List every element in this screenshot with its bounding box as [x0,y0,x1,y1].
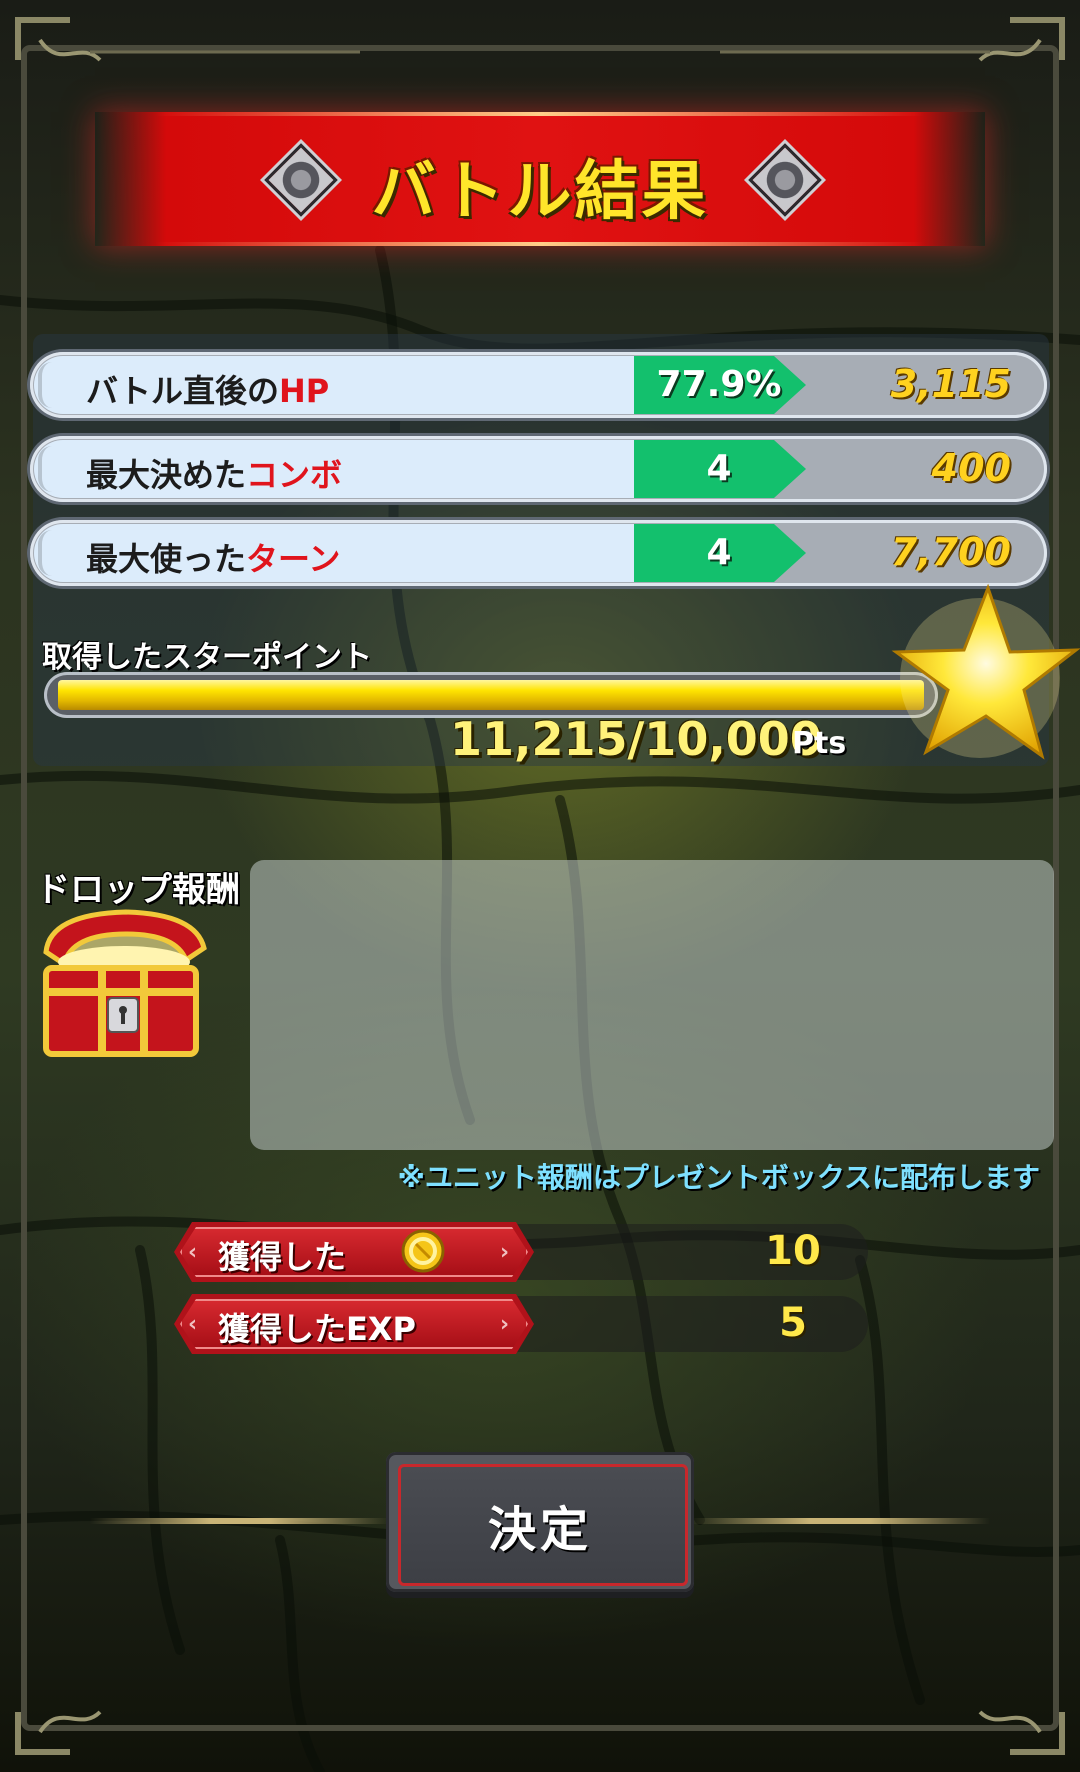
title-banner: バトル結果 [95,112,985,246]
stat-row-hp: バトル直後のHP 77.9% 3,115 [30,352,1047,418]
gained-exp-label: 獲得したEXP [218,1310,416,1348]
stat-label: バトル直後のHP [86,372,330,410]
drop-reward-list[interactable] [250,860,1054,1150]
star-icon [891,583,1080,760]
stat-points: 7,700 [890,530,1011,574]
gained-exp-value: 5 [779,1300,807,1346]
chevron-left-icon: ‹ [188,1240,198,1265]
unit-reward-note: ※ユニット報酬はプレゼントボックスに配布します [397,1161,1040,1194]
gained-gold-value: 10 [765,1228,821,1274]
stat-row-turn: 最大使ったターン 4 7,700 [30,520,1047,586]
chevron-right-icon: › [500,1240,510,1265]
stat-points: 3,115 [890,362,1011,406]
confirm-button[interactable]: 決定 [386,1452,694,1592]
star-points-value: 11,215/10,000 [450,712,822,766]
chevron-right-icon: › [500,1312,510,1337]
battle-result-screen: バトル結果 バトル直後のHP 77.9% 3,115 最大決めたコンボ 4 40… [0,0,1080,1772]
chevron-left-icon: ‹ [188,1312,198,1337]
stat-value: 4 [706,448,732,489]
gained-exp-row: ‹ › 獲得したEXP 5 [174,1294,868,1354]
gained-gold-label: 獲得した [218,1238,347,1276]
stat-label: 最大使ったターン [86,540,341,578]
divider [90,1518,390,1524]
confirm-button-label: 決定 [487,1502,592,1558]
stat-row-combo: 最大決めたコンボ 4 400 [30,436,1047,502]
treasure-chest-icon [43,909,207,1057]
divider [690,1518,990,1524]
stat-points: 400 [931,446,1011,490]
star-points-progress-fill [58,680,924,710]
stat-value: 4 [706,532,732,573]
star-points-title: 取得したスターポイント [42,640,372,675]
stat-label: 最大決めたコンボ [86,456,343,494]
gained-gold-row: ‹ › 獲得した 10 [174,1222,868,1282]
stat-value: 77.9% [656,364,782,405]
star-points-unit: Pts [792,726,847,761]
gold-coin-icon [401,1229,445,1273]
page-title: バトル結果 [371,155,709,229]
